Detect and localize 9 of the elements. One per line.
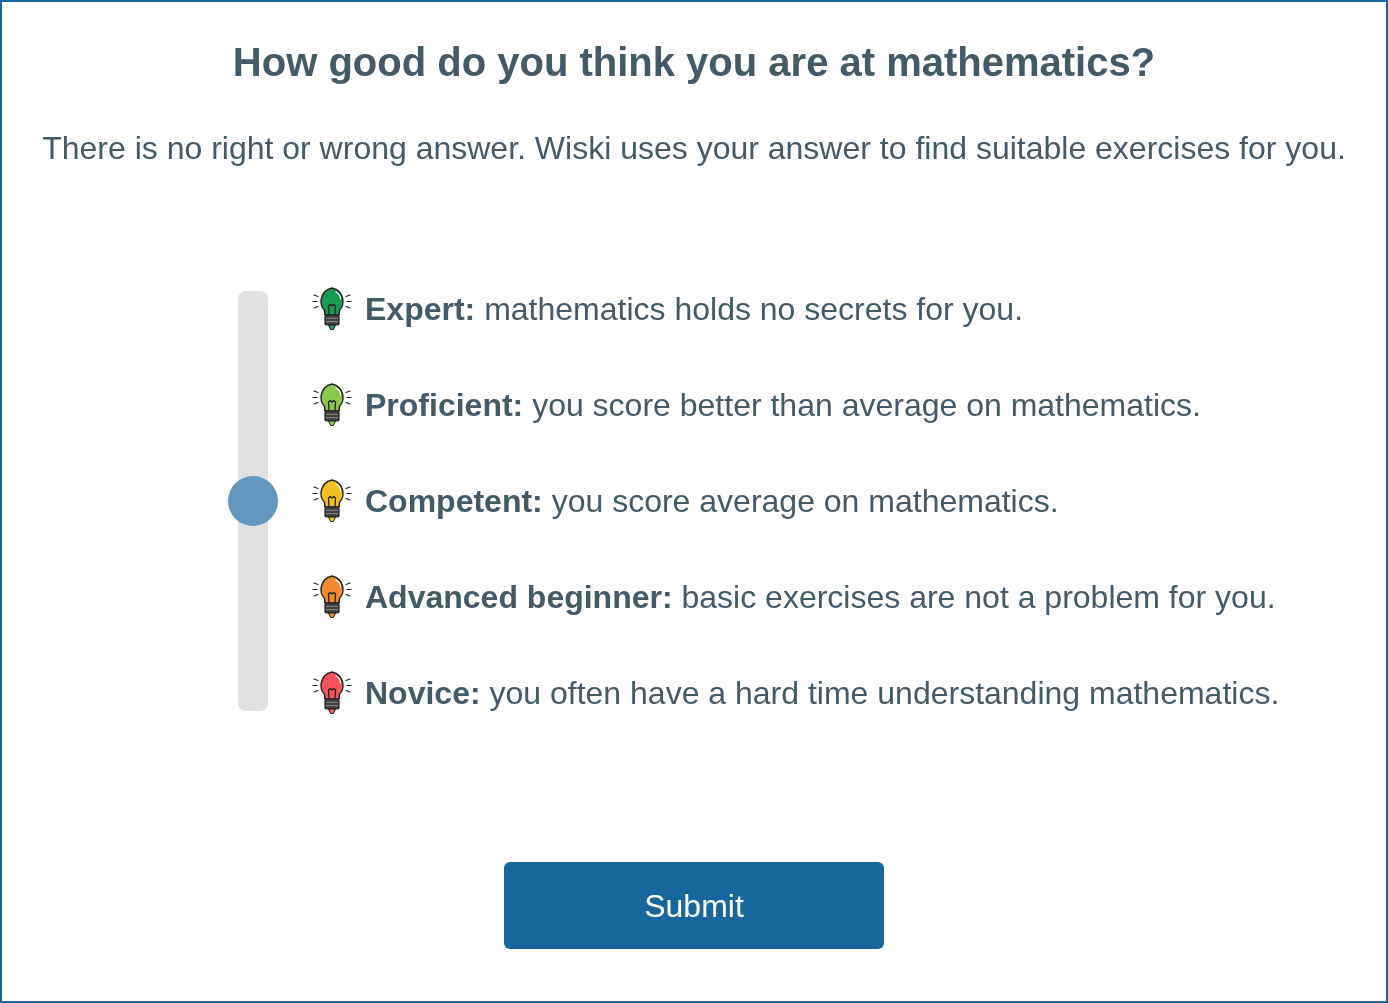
level-description: Competent: you score average on mathematics. xyxy=(365,482,1059,520)
question-title: How good do you think you are at mathematics? xyxy=(232,39,1156,86)
slider-thumb[interactable] xyxy=(228,476,278,526)
submit-button[interactable]: Submit xyxy=(504,862,884,949)
level-description: Advanced beginner: basic exercises are not a problem for you. xyxy=(365,578,1276,616)
question-subtitle: There is no right or wrong answer. Wiski uses your answer to find suitable exercises for you. xyxy=(42,129,1346,167)
level-description: Expert: mathematics holds no secrets for you. xyxy=(365,290,1024,328)
level-description: Proficient: you score better than average on mathematics. xyxy=(365,386,1201,424)
level-description: Novice: you often have a hard time understanding mathematics. xyxy=(365,674,1280,712)
